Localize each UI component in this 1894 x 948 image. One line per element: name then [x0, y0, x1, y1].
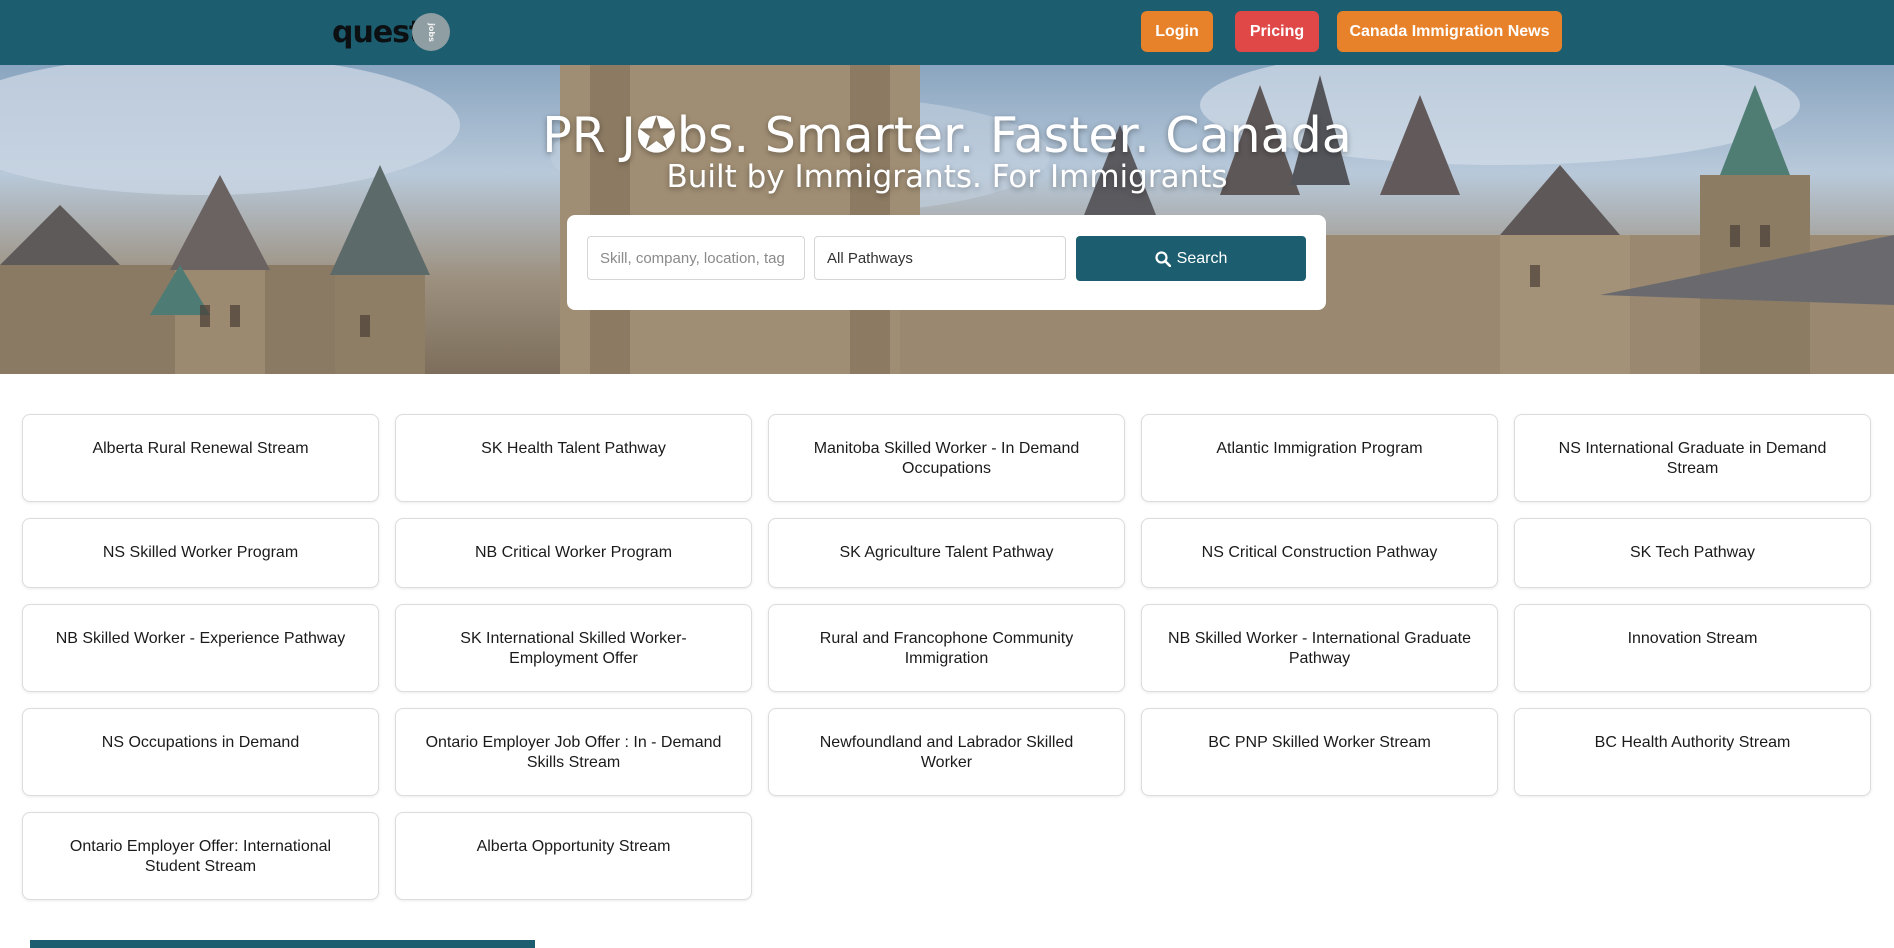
- pathway-card[interactable]: SK Tech Pathway: [1514, 518, 1871, 588]
- pathway-card[interactable]: Manitoba Skilled Worker - In Demand Occu…: [768, 414, 1125, 502]
- pathway-label: SK Agriculture Talent Pathway: [839, 544, 1054, 561]
- pathway-grid: Alberta Rural Renewal Stream SK Health T…: [22, 414, 1871, 900]
- search-button[interactable]: Search: [1076, 236, 1306, 281]
- hero-subtitle: Built by Immigrants. For Immigrants: [666, 159, 1228, 195]
- pathway-label: BC PNP Skilled Worker Stream: [1208, 734, 1431, 751]
- pathway-card[interactable]: Atlantic Immigration Program: [1141, 414, 1498, 502]
- logo-badge-text: jobs: [426, 22, 436, 42]
- pathway-label: NS Occupations in Demand: [101, 734, 300, 751]
- footer-banner-edge: [30, 940, 535, 948]
- search-button-label: Search: [1176, 249, 1228, 267]
- pathway-label: NS International Graduate in Demand Stre…: [1558, 440, 1827, 477]
- pathway-select[interactable]: All Pathways: [814, 236, 1066, 280]
- hero-banner: PR J✪bs. Smarter. Faster. Canada Built b…: [0, 65, 1894, 374]
- pathway-label: NB Skilled Worker - International Gradua…: [1168, 630, 1471, 667]
- pathway-card[interactable]: Innovation Stream: [1514, 604, 1871, 692]
- pathway-card[interactable]: Newfoundland and Labrador Skilled Worker: [768, 708, 1125, 796]
- quest-jobs-logo[interactable]: quest jobs: [332, 11, 451, 53]
- pathway-label: Innovation Stream: [1627, 630, 1758, 647]
- logo-badge: jobs: [412, 13, 451, 51]
- pathway-card[interactable]: NB Skilled Worker - Experience Pathway: [22, 604, 379, 692]
- logo-text: quest: [332, 14, 423, 50]
- pathway-card[interactable]: NS Critical Construction Pathway: [1141, 518, 1498, 588]
- pathway-card[interactable]: SK Agriculture Talent Pathway: [768, 518, 1125, 588]
- immigration-news-button[interactable]: Canada Immigration News: [1337, 11, 1562, 52]
- pathway-label: Ontario Employer Job Offer : In - Demand…: [425, 734, 722, 771]
- pricing-button[interactable]: Pricing: [1235, 11, 1319, 52]
- pathway-card[interactable]: SK International Skilled Worker- Employm…: [395, 604, 752, 692]
- pathway-label: BC Health Authority Stream: [1594, 734, 1791, 751]
- pathway-card[interactable]: Rural and Francophone Community Immigrat…: [768, 604, 1125, 692]
- top-navigation-bar: quest jobs Login Pricing Canada Immigrat…: [0, 0, 1894, 65]
- pathway-label: SK Tech Pathway: [1629, 544, 1756, 561]
- pathway-label: Rural and Francophone Community Immigrat…: [819, 630, 1074, 667]
- pathway-label: NS Skilled Worker Program: [102, 544, 299, 561]
- pathway-card[interactable]: Ontario Employer Offer: International St…: [22, 812, 379, 900]
- pathway-card[interactable]: NS International Graduate in Demand Stre…: [1514, 414, 1871, 502]
- pathway-label: NB Critical Worker Program: [474, 544, 673, 561]
- pathway-label: Alberta Opportunity Stream: [476, 838, 671, 855]
- pathway-card[interactable]: NB Critical Worker Program: [395, 518, 752, 588]
- pathway-label: Atlantic Immigration Program: [1216, 440, 1423, 457]
- pathway-card[interactable]: SK Health Talent Pathway: [395, 414, 752, 502]
- pathway-label: NS Critical Construction Pathway: [1201, 544, 1438, 561]
- pathway-label: SK Health Talent Pathway: [481, 440, 666, 457]
- pathway-label: Alberta Rural Renewal Stream: [92, 440, 309, 457]
- pathway-card[interactable]: NS Occupations in Demand: [22, 708, 379, 796]
- pathway-label: Manitoba Skilled Worker - In Demand Occu…: [813, 440, 1080, 477]
- pathway-card[interactable]: BC PNP Skilled Worker Stream: [1141, 708, 1498, 796]
- pathway-card[interactable]: NS Skilled Worker Program: [22, 518, 379, 588]
- search-input[interactable]: [587, 236, 805, 280]
- pathway-card[interactable]: Ontario Employer Job Offer : In - Demand…: [395, 708, 752, 796]
- pathway-card[interactable]: Alberta Rural Renewal Stream: [22, 414, 379, 502]
- pathway-label: SK International Skilled Worker- Employm…: [460, 630, 687, 667]
- search-panel: All Pathways Search: [567, 215, 1326, 310]
- pathway-label: Ontario Employer Offer: International St…: [69, 838, 332, 875]
- pathway-label: NB Skilled Worker - Experience Pathway: [55, 630, 346, 647]
- pathway-card[interactable]: BC Health Authority Stream: [1514, 708, 1871, 796]
- pathway-card[interactable]: Alberta Opportunity Stream: [395, 812, 752, 900]
- hero-title: PR J✪bs. Smarter. Faster. Canada: [542, 107, 1352, 164]
- pathway-card[interactable]: NB Skilled Worker - International Gradua…: [1141, 604, 1498, 692]
- search-icon: [1155, 250, 1171, 267]
- login-button[interactable]: Login: [1141, 11, 1213, 52]
- pathway-label: Newfoundland and Labrador Skilled Worker: [819, 734, 1074, 771]
